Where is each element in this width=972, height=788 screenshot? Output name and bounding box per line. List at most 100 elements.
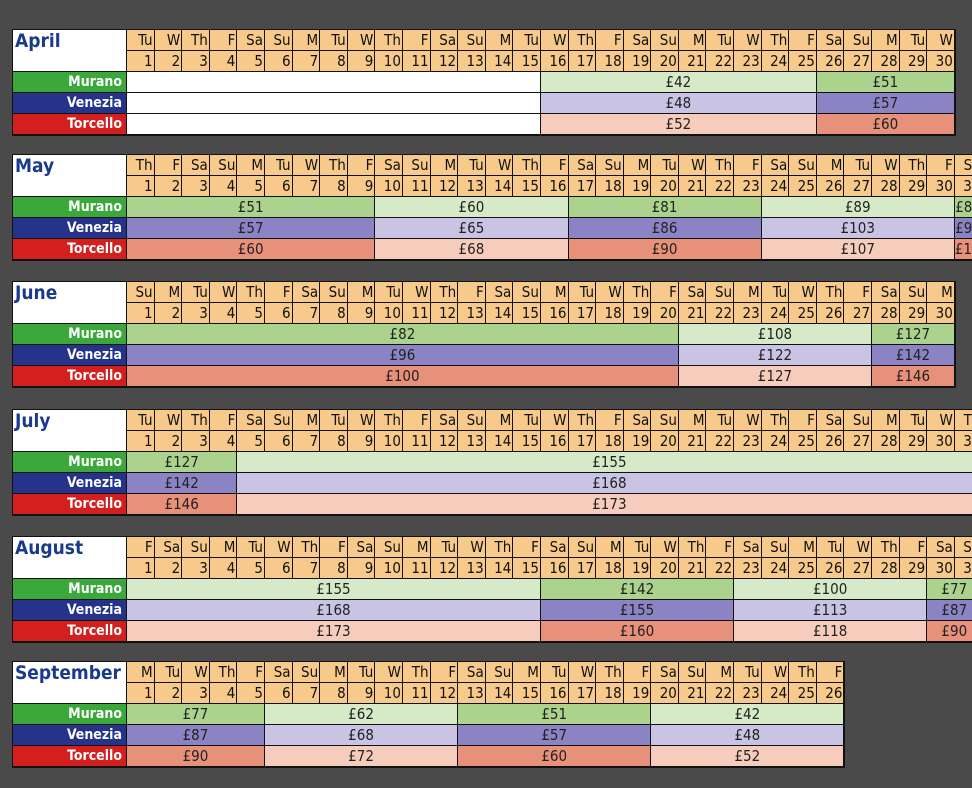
day-number-cell: 15: [513, 683, 541, 704]
day-number-cell: 31: [954, 558, 972, 579]
day-number-cell: 30: [927, 558, 955, 579]
price-cell-venezia[interactable]: £168: [127, 600, 541, 621]
price-cell-murano[interactable]: £51: [458, 704, 652, 725]
weekday-cell: F: [651, 282, 679, 303]
price-cell-torcello[interactable]: £60: [458, 746, 652, 767]
price-cell-torcello[interactable]: £90: [568, 239, 762, 260]
price-cell-murano[interactable]: £77: [127, 704, 265, 725]
price-cell-torcello[interactable]: £146: [127, 494, 238, 515]
month-block-september: September M Tu W Th F Sa Su M Tu W Th F Sa Su M Tu W Th F Sa…: [12, 661, 846, 768]
price-cell-murano[interactable]: £62: [264, 704, 459, 725]
price-cell-torcello[interactable]: £52: [651, 746, 845, 767]
weekday-cell: Sa: [568, 155, 597, 176]
price-cell-murano[interactable]: £100: [734, 579, 928, 600]
weekday-cell: W: [182, 662, 210, 683]
price-cell-torcello[interactable]: £160: [540, 621, 735, 642]
price-cell-venezia[interactable]: £113: [734, 600, 928, 621]
day-number-cell: 31: [954, 176, 972, 197]
price-cell-venezia[interactable]: £142: [872, 345, 955, 366]
day-number-cell: 3: [182, 683, 210, 704]
weekday-cell: M: [513, 662, 541, 683]
month-grid: April Tu W Th F Sa Su M Tu W Th F Sa Su M Tu W Th F Sa Su M Tu…: [12, 29, 956, 136]
day-number-cell: 24: [761, 176, 790, 197]
price-cell-venezia[interactable]: £142: [127, 473, 238, 494]
day-number-cell: 2: [154, 683, 183, 704]
price-cell-murano[interactable]: [127, 72, 541, 93]
price-cell-venezia[interactable]: £96: [954, 218, 972, 239]
price-cell-torcello[interactable]: £90: [127, 746, 265, 767]
price-cell-torcello[interactable]: £100: [954, 239, 972, 260]
price-cell-murano[interactable]: £155: [237, 452, 972, 473]
price-cell-murano[interactable]: £60: [375, 197, 569, 218]
day-number-cell: 16: [540, 558, 569, 579]
price-cell-venezia[interactable]: £57: [127, 218, 376, 239]
price-cell-torcello[interactable]: £173: [237, 494, 972, 515]
price-cell-venezia[interactable]: £65: [375, 218, 569, 239]
price-cell-torcello[interactable]: £173: [127, 621, 541, 642]
day-number-cell: 17: [568, 51, 597, 72]
price-cell-torcello[interactable]: £90: [927, 621, 972, 642]
resort-label-venezia: Venezia: [13, 345, 127, 366]
weekday-cell: Su: [651, 30, 679, 51]
price-cell-murano[interactable]: £82: [127, 324, 679, 345]
day-number-cell: 8: [320, 303, 348, 324]
resort-label-torcello: Torcello: [13, 114, 127, 135]
price-cell-venezia[interactable]: £57: [458, 725, 652, 746]
price-cell-murano[interactable]: £127: [127, 452, 238, 473]
price-cell-torcello[interactable]: £52: [540, 114, 817, 135]
price-cell-murano[interactable]: £77: [927, 579, 972, 600]
day-number-cell: 2: [154, 176, 183, 197]
price-cell-torcello[interactable]: £146: [872, 366, 955, 387]
price-cell-murano[interactable]: £142: [540, 579, 735, 600]
weekday-cell: W: [927, 30, 955, 51]
price-cell-venezia[interactable]: £57: [816, 93, 955, 114]
resort-label-venezia: Venezia: [13, 93, 127, 114]
weekday-cell: M: [540, 282, 569, 303]
price-cell-torcello[interactable]: £127: [678, 366, 873, 387]
price-cell-murano[interactable]: £127: [872, 324, 955, 345]
price-cell-torcello[interactable]: £100: [127, 366, 679, 387]
weekday-cell: Sa: [678, 282, 707, 303]
day-number-cell: 19: [623, 431, 652, 452]
day-number-cell: 2: [154, 558, 183, 579]
price-cell-torcello[interactable]: £72: [264, 746, 459, 767]
price-cell-torcello[interactable]: £68: [375, 239, 569, 260]
weekday-cell: F: [623, 662, 652, 683]
price-cell-venezia[interactable]: £96: [127, 345, 679, 366]
price-cell-venezia[interactable]: £48: [540, 93, 817, 114]
month-block-august: August F Sa Su M Tu W Th F Sa Su M Tu W Th F Sa Su M Tu W Th F…: [12, 536, 972, 643]
day-number-cell: 24: [761, 431, 790, 452]
price-cell-murano[interactable]: £42: [651, 704, 845, 725]
price-cell-murano[interactable]: £108: [678, 324, 873, 345]
price-cell-venezia[interactable]: [127, 93, 541, 114]
price-cell-murano[interactable]: £81: [568, 197, 762, 218]
price-cell-venezia[interactable]: £87: [927, 600, 972, 621]
price-cell-torcello[interactable]: £118: [734, 621, 928, 642]
price-cell-venezia[interactable]: £86: [568, 218, 762, 239]
day-number-cell: 27: [844, 431, 873, 452]
price-cell-venezia[interactable]: £168: [237, 473, 972, 494]
price-cell-venezia[interactable]: £48: [651, 725, 845, 746]
price-cell-venezia[interactable]: £103: [761, 218, 955, 239]
price-cell-venezia[interactable]: £87: [127, 725, 265, 746]
price-cell-murano[interactable]: £155: [127, 579, 541, 600]
price-cell-murano[interactable]: £89: [761, 197, 955, 218]
price-cell-murano[interactable]: £42: [540, 72, 817, 93]
price-cell-venezia[interactable]: £68: [264, 725, 459, 746]
day-number-cell: 23: [734, 431, 762, 452]
price-cell-torcello[interactable]: £60: [127, 239, 376, 260]
day-number-cell: 24: [761, 303, 790, 324]
day-number-cell: 6: [264, 683, 293, 704]
weekday-cell: Tu: [568, 282, 597, 303]
price-cell-torcello[interactable]: [127, 114, 541, 135]
price-cell-torcello[interactable]: £107: [761, 239, 955, 260]
weekday-cell: Sa: [540, 537, 569, 558]
price-cell-murano[interactable]: £82: [954, 197, 972, 218]
price-cell-torcello[interactable]: £60: [816, 114, 955, 135]
price-cell-murano[interactable]: £51: [816, 72, 955, 93]
day-number-cell: 12: [430, 431, 459, 452]
price-cell-murano[interactable]: £51: [127, 197, 376, 218]
price-cell-venezia[interactable]: £155: [540, 600, 735, 621]
price-cell-venezia[interactable]: £122: [678, 345, 873, 366]
day-number-cell: 13: [458, 431, 486, 452]
